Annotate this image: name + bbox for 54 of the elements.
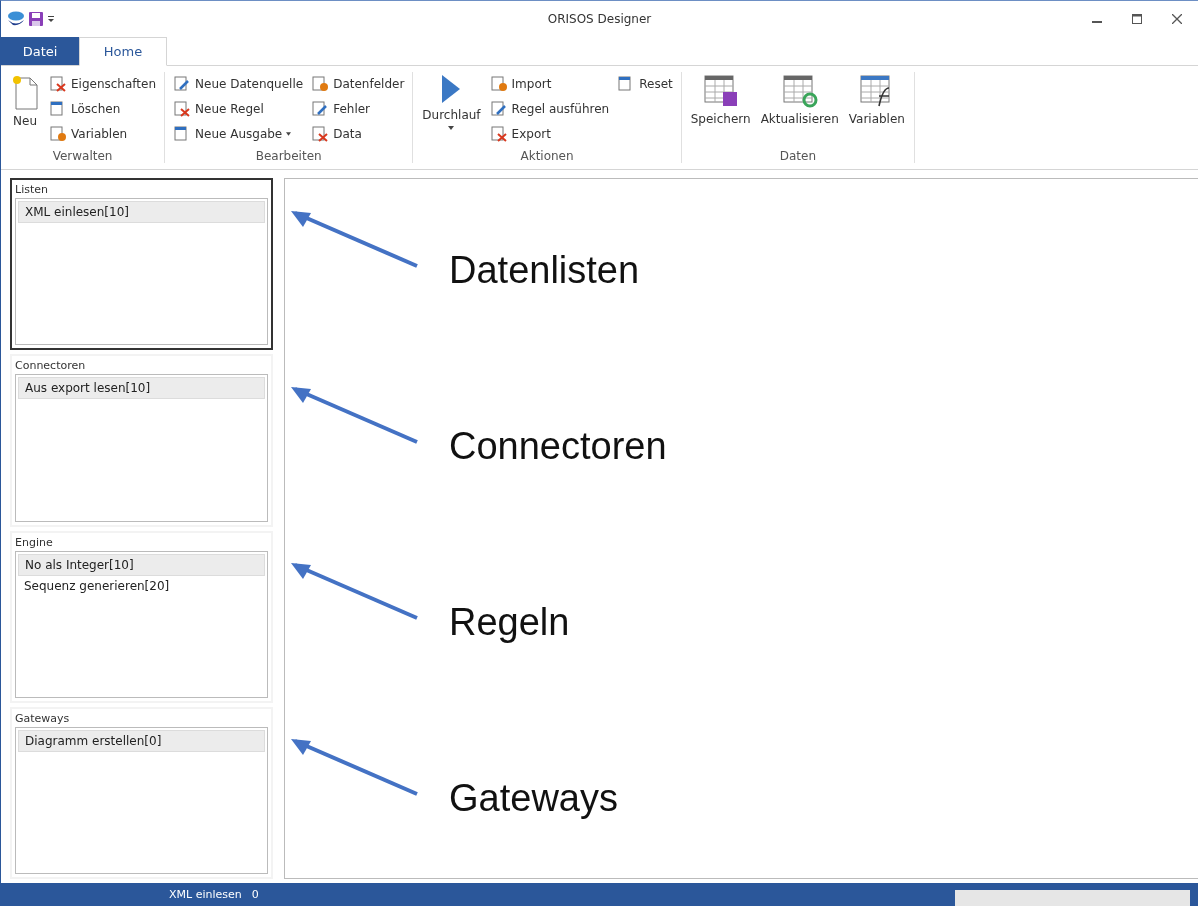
list-item[interactable]: Aus export lesen[10] <box>18 377 265 400</box>
annotation-label: Regeln <box>449 601 570 644</box>
ribbon-button[interactable]: Variablen <box>845 72 908 128</box>
panel-title: Listen <box>15 182 49 198</box>
list-item[interactable]: XML einlesen[10] <box>18 201 265 223</box>
panel-title: Engine <box>15 534 54 551</box>
arrow-icon <box>289 209 419 269</box>
panel-title: Connectoren <box>15 358 87 375</box>
ribbon-button[interactable]: Data <box>309 122 407 146</box>
ribbon-button[interactable]: Regel ausführen <box>487 97 612 121</box>
window-title: ORISOS Designer <box>546 12 653 26</box>
status-text: XML einlesen <box>169 888 242 901</box>
list-item[interactable]: No als Integer[10] <box>18 553 265 576</box>
table-refresh-icon <box>781 74 818 108</box>
group-label: Aktionen <box>520 148 574 163</box>
ribbon-button[interactable]: Neu <box>7 72 43 130</box>
annotation-label: Datenlisten <box>449 249 640 292</box>
ribbon-button[interactable]: Reset <box>615 72 675 96</box>
app-logo-icon <box>7 11 25 27</box>
table-save-icon <box>702 74 739 108</box>
list-item[interactable]: Sequenz generieren[20] <box>18 575 265 596</box>
ribbon-button[interactable]: Speichern <box>687 72 754 128</box>
caret-icon <box>286 132 292 136</box>
ribbon-button[interactable]: Neue Regel <box>171 97 306 121</box>
arrow-icon <box>289 737 419 797</box>
annotation-label: Connectoren <box>449 425 667 468</box>
group-label: Verwalten <box>52 148 113 163</box>
annotation-label: Gateways <box>449 777 618 820</box>
arrow-icon <box>289 561 419 621</box>
status-count: 0 <box>251 888 259 901</box>
group-label: Bearbeiten <box>255 148 322 163</box>
maximize-icon[interactable] <box>1132 14 1142 24</box>
panel-title: Gateways <box>15 710 71 727</box>
ribbon-button[interactable]: Fehler <box>309 97 407 121</box>
caret-icon <box>448 126 455 130</box>
close-icon[interactable] <box>1172 14 1182 24</box>
group-label: Daten <box>779 148 816 163</box>
customize-dropdown-icon[interactable] <box>47 15 55 23</box>
save-icon[interactable] <box>28 11 44 27</box>
list-item[interactable]: Diagramm erstellen[0] <box>18 729 265 752</box>
ribbon-button[interactable]: Durchlauf <box>419 72 484 132</box>
ribbon-button[interactable]: Import <box>487 72 612 96</box>
arrow-icon <box>289 385 419 445</box>
ribbon-tab[interactable]: Datei <box>1 37 79 65</box>
ribbon-button[interactable]: Aktualisieren <box>757 72 842 128</box>
ribbon-button[interactable]: Löschen <box>47 97 159 121</box>
ribbon-button[interactable]: Neue Ausgabe <box>171 122 306 146</box>
ribbon-button[interactable]: Neue Datenquelle <box>171 72 306 96</box>
ribbon-button[interactable]: Eigenschaften <box>47 72 159 96</box>
ribbon-button[interactable]: Datenfelder <box>309 72 407 96</box>
ribbon-button[interactable]: Variablen <box>47 122 159 146</box>
ribbon-button[interactable]: Export <box>487 122 612 146</box>
ribbon-tab[interactable]: Home <box>79 37 167 66</box>
new-document-icon <box>10 74 40 110</box>
